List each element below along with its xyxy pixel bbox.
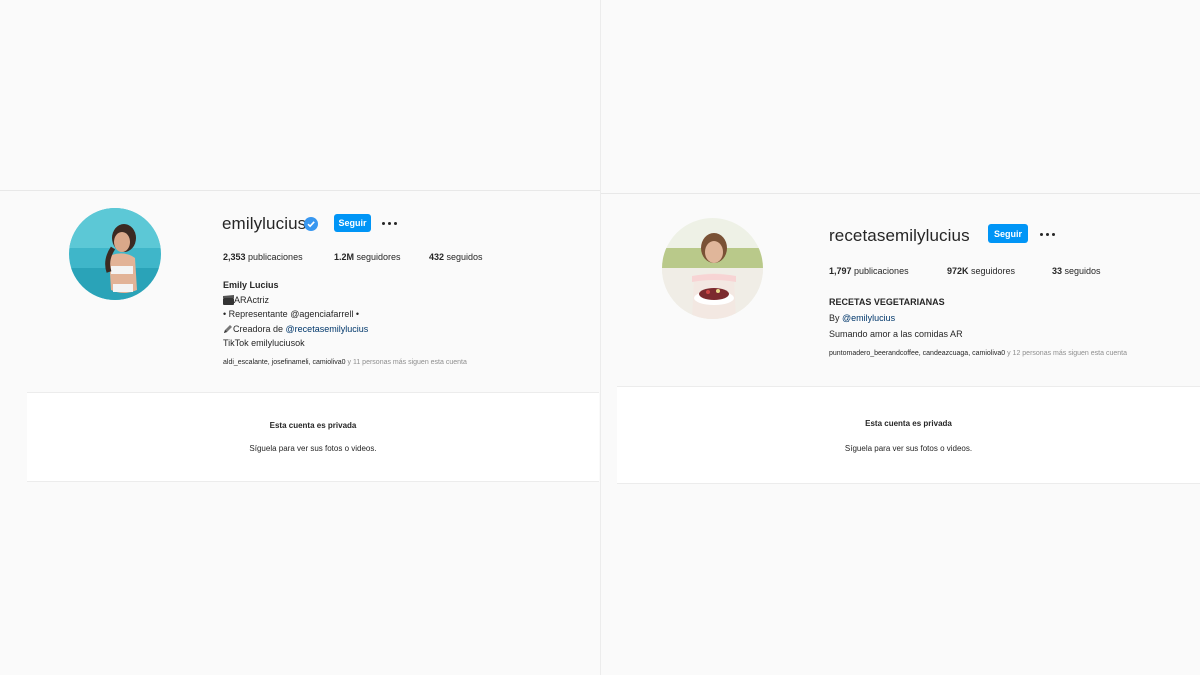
followers-count[interactable]: 972K seguidores bbox=[947, 266, 1015, 276]
profile-full-name: RECETAS VEGETARIANAS bbox=[829, 297, 945, 307]
clapper-icon bbox=[223, 295, 234, 306]
profile-avatar[interactable] bbox=[69, 208, 161, 300]
private-account-box: Esta cuenta es privada Síguela para ver … bbox=[27, 392, 599, 482]
private-account-box: Esta cuenta es privada Síguela para ver … bbox=[617, 386, 1200, 484]
more-options-icon[interactable] bbox=[1040, 229, 1055, 239]
left-profile-panel: emilylucius Seguir 2,353 publicaciones 1… bbox=[0, 0, 600, 675]
verified-badge-icon bbox=[304, 217, 318, 231]
followed-by[interactable]: aldi_escalante, josefinameli, camioliva0… bbox=[223, 359, 467, 366]
bio-line: By @emilylucius bbox=[829, 313, 896, 323]
header-divider bbox=[601, 193, 1200, 194]
followers-count[interactable]: 1.2M seguidores bbox=[334, 252, 401, 262]
follow-button[interactable]: Seguir bbox=[334, 214, 371, 232]
posts-count: 1,797 publicaciones bbox=[829, 266, 909, 276]
bio-link[interactable]: @emilylucius bbox=[842, 313, 895, 323]
profile-bio: RECETAS VEGETARIANAS By @emilylucius Sum… bbox=[829, 294, 963, 342]
private-account-title: Esta cuenta es privada bbox=[865, 419, 952, 428]
pencil-icon bbox=[224, 325, 232, 334]
follow-button[interactable]: Seguir bbox=[988, 224, 1028, 243]
private-account-subtitle: Síguela para ver sus fotos o videos. bbox=[249, 444, 377, 453]
bio-line: TikTok emilyluciusok bbox=[223, 338, 305, 348]
followed-by[interactable]: puntomadero_beerandcoffee, candeazcuaga,… bbox=[829, 350, 1127, 357]
profile-avatar[interactable] bbox=[662, 218, 763, 319]
posts-count: 2,353 publicaciones bbox=[223, 252, 303, 262]
more-options-icon[interactable] bbox=[382, 218, 397, 228]
bio-line: ARActriz bbox=[223, 293, 368, 308]
profile-bio: Emily Lucius ARActriz • Representante @a… bbox=[223, 278, 368, 351]
profile-username: recetasemilylucius bbox=[829, 226, 970, 245]
bio-link[interactable]: @recetasemilylucius bbox=[286, 324, 369, 334]
bio-line: Creadora de @recetasemilylucius bbox=[223, 322, 368, 337]
following-count[interactable]: 432 seguidos bbox=[429, 252, 483, 262]
private-account-title: Esta cuenta es privada bbox=[269, 421, 357, 430]
header-divider bbox=[0, 190, 600, 191]
bio-line: • Representante @agenciafarrell • bbox=[223, 309, 360, 319]
private-account-subtitle: Síguela para ver sus fotos o videos. bbox=[844, 444, 973, 453]
following-count[interactable]: 33 seguidos bbox=[1052, 266, 1101, 276]
right-profile-panel: recetasemilylucius Seguir 1,797 publicac… bbox=[601, 0, 1200, 675]
bio-line: Sumando amor a las comidas AR bbox=[829, 329, 963, 339]
profile-full-name: Emily Lucius bbox=[223, 280, 279, 290]
profile-username: emilylucius bbox=[222, 214, 307, 233]
